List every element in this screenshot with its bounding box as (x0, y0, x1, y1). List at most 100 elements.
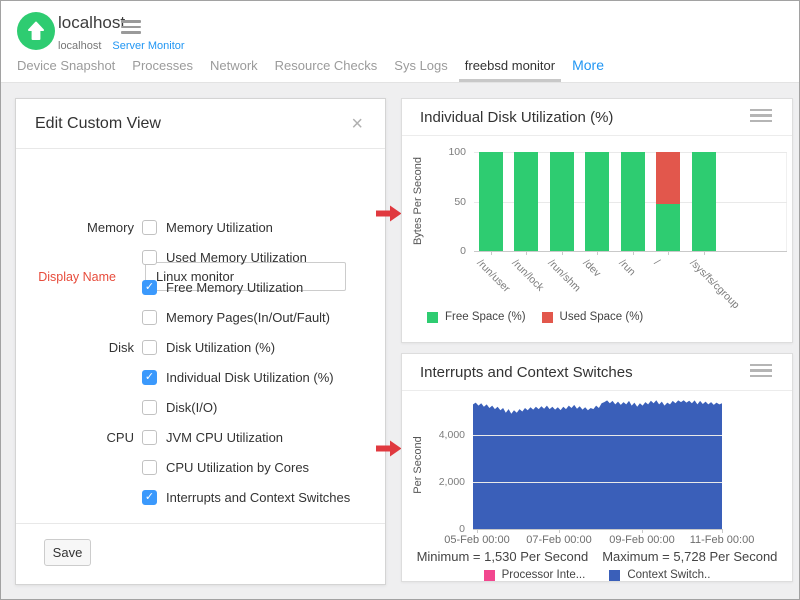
metric-row: ✓ Interrupts and Context Switches (16, 482, 385, 512)
checkbox-memory-pages-in-out-fault[interactable] (142, 310, 157, 325)
bar-free- (656, 204, 680, 251)
disk-xtick-run: /run (616, 257, 637, 278)
group-label-memory: Memory (16, 220, 142, 235)
breadcrumb: localhost Server Monitor (58, 40, 185, 52)
metric-row: ✓ Individual Disk Utilization (%) (16, 362, 385, 392)
edit-custom-view-modal: Edit Custom View × Display Name MemoryMe… (15, 98, 386, 585)
checkbox-used-memory-utilization[interactable] (142, 250, 157, 265)
bar-free-run (621, 152, 645, 251)
disk-ytick: 0 (420, 245, 466, 257)
disk-chart-legend: Free Space (%) Used Space (%) (427, 311, 643, 323)
close-icon[interactable]: × (351, 114, 363, 134)
tab-sys-logs[interactable]: Sys Logs (394, 58, 447, 73)
checkbox-label-interrupts-and-context-switches[interactable]: Interrupts and Context Switches (166, 490, 350, 505)
interrupts-xtick-3: 11-Feb 00:00 (680, 534, 764, 546)
checkbox-individual-disk-utilization[interactable]: ✓ (142, 370, 157, 385)
context-switches-area (473, 400, 722, 529)
bar-free-sys-fs-cgroup (692, 152, 716, 251)
hamburger-menu-icon[interactable] (121, 20, 141, 37)
chart-menu-icon[interactable] (750, 364, 772, 381)
legend-label: Context Switch.. (627, 569, 710, 581)
metric-row: Disk Disk Utilization (%) (16, 332, 385, 362)
disk-xtick-root: / (652, 257, 663, 268)
disk-xtick-sys-fs-cgroup: /sys/fs/cgroup (687, 257, 741, 311)
checkbox-interrupts-and-context-switches[interactable]: ✓ (142, 490, 157, 505)
interrupts-xtick-2: 09-Feb 00:00 (600, 534, 684, 546)
save-button[interactable]: Save (44, 539, 91, 566)
modal-footer: Save (16, 523, 385, 584)
breadcrumb-server-monitor-link[interactable]: Server Monitor (112, 40, 184, 52)
checkbox-label-memory-pages-in-out-fault[interactable]: Memory Pages(In/Out/Fault) (166, 310, 330, 325)
legend-swatch (542, 312, 553, 323)
interrupts-ytick: 2,000 (419, 476, 465, 488)
legend-item-free-space[interactable]: Free Space (%) (427, 311, 526, 323)
legend-item-context-switch[interactable]: Context Switch.. (609, 569, 710, 581)
interrupts-xtick-1: 07-Feb 00:00 (517, 534, 601, 546)
legend-item-used-space[interactable]: Used Space (%) (542, 311, 644, 323)
metric-row: Memory Pages(In/Out/Fault) (16, 302, 385, 332)
legend-swatch (427, 312, 438, 323)
bar-free-dev (585, 152, 609, 251)
tab-device-snapshot[interactable]: Device Snapshot (17, 58, 115, 73)
red-arrow-to-disk-chart (376, 205, 402, 222)
disk-xtick-dev: /dev (581, 257, 604, 280)
interrupts-card: Interrupts and Context Switches Per Seco… (401, 353, 793, 582)
metric-row: ✓ Free Memory Utilization (16, 272, 385, 302)
disk-xtick-run-user: /run/user (475, 257, 513, 295)
chart-menu-icon[interactable] (750, 109, 772, 126)
group-label-disk: Disk (16, 340, 142, 355)
page-title: localhost (58, 13, 125, 33)
checkbox-memory-utilization[interactable] (142, 220, 157, 235)
legend-swatch (609, 570, 620, 581)
up-arrow-icon (17, 12, 55, 50)
metric-row: CPU Utilization by Cores (16, 452, 385, 482)
disk-xtick-run-lock: /run/lock (510, 257, 547, 294)
legend-label: Used Space (%) (560, 311, 644, 323)
checkbox-jvm-cpu-utilization[interactable] (142, 430, 157, 445)
tab-freebsd-monitor[interactable]: freebsd monitor (465, 58, 555, 73)
metric-row: Used Memory Utilization (16, 242, 385, 272)
bar-free-run-user (479, 152, 503, 251)
tab-resource-checks[interactable]: Resource Checks (275, 58, 378, 73)
interrupts-card-header: Interrupts and Context Switches (402, 354, 792, 391)
legend-label: Free Space (%) (445, 311, 526, 323)
checkbox-label-individual-disk-utilization[interactable]: Individual Disk Utilization (%) (166, 370, 334, 385)
disk-card-header: Individual Disk Utilization (%) (402, 99, 792, 136)
main-nav: Device Snapshot Processes Network Resource … (17, 57, 604, 73)
disk-bar-plot (474, 152, 787, 252)
group-label-cpu: CPU (16, 430, 142, 445)
metric-list: Memory Memory Utilization Used Memory Util… (16, 212, 385, 512)
metric-row: Disk(I/O) (16, 392, 385, 422)
checkbox-label-memory-utilization[interactable]: Memory Utilization (166, 220, 273, 235)
checkbox-label-used-memory-utilization[interactable]: Used Memory Utilization (166, 250, 307, 265)
checkbox-label-jvm-cpu-utilization[interactable]: JVM CPU Utilization (166, 430, 283, 445)
modal-header: Edit Custom View × (16, 99, 385, 149)
disk-chart-title: Individual Disk Utilization (%) (420, 109, 613, 126)
metric-row: Memory Memory Utilization (16, 212, 385, 242)
tab-network[interactable]: Network (210, 58, 258, 73)
checkbox-free-memory-utilization[interactable]: ✓ (142, 280, 157, 295)
bar-free-run-lock (514, 152, 538, 251)
modal-title: Edit Custom View (35, 115, 161, 133)
tab-processes[interactable]: Processes (132, 58, 193, 73)
app-window: localhost localhost Server Monitor Device… (0, 0, 800, 600)
interrupts-chart-title: Interrupts and Context Switches (420, 364, 633, 381)
legend-item-processor-inte[interactable]: Processor Inte... (484, 569, 586, 581)
checkbox-disk-utilization[interactable] (142, 340, 157, 355)
legend-label: Processor Inte... (502, 569, 586, 581)
checkbox-label-free-memory-utilization[interactable]: Free Memory Utilization (166, 280, 303, 295)
minimum-value: Minimum = 1,530 Per Second (417, 549, 589, 564)
interrupts-ytick: 4,000 (419, 429, 465, 441)
tab-more[interactable]: More (572, 57, 604, 73)
disk-xtick-run-shm: /run/shm (545, 257, 582, 294)
legend-swatch (484, 570, 495, 581)
minmax-row: Minimum = 1,530 Per Second Maximum = 5,7… (402, 549, 792, 564)
breadcrumb-host: localhost (58, 40, 101, 52)
interrupts-xtick-0: 05-Feb 00:00 (435, 534, 519, 546)
checkbox-cpu-utilization-by-cores[interactable] (142, 460, 157, 475)
checkbox-label-disk-utilization[interactable]: Disk Utilization (%) (166, 340, 275, 355)
interrupts-chart-legend: Processor Inte... Context Switch.. (402, 569, 792, 581)
checkbox-disk-i-o[interactable] (142, 400, 157, 415)
checkbox-label-cpu-utilization-by-cores[interactable]: CPU Utilization by Cores (166, 460, 309, 475)
checkbox-label-disk-i-o[interactable]: Disk(I/O) (166, 400, 217, 415)
